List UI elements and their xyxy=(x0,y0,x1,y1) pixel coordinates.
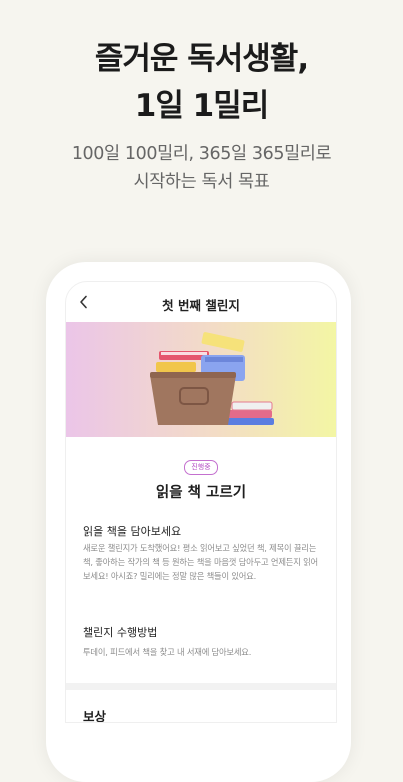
section-description: 새로운 챌린지가 도착했어요! 평소 읽어보고 싶었던 책, 제목이 끌리는 책… xyxy=(83,543,318,582)
section-divider xyxy=(66,683,336,690)
challenge-banner xyxy=(66,322,336,437)
section-heading: 읽을 책을 담아보세요 xyxy=(83,525,182,538)
books-in-basket-illustration xyxy=(150,332,274,425)
challenge-title: 읽을 책 고르기 xyxy=(155,485,247,501)
hero-subtitle-line-1: 100일 100밀리, 365일 365밀리로 xyxy=(71,144,332,164)
top-bar: 첫 번째 챌린지 xyxy=(66,282,336,322)
hero-subtitle-line-2: 시작하는 독서 목표 xyxy=(133,172,270,192)
status-badge: 진행중 xyxy=(184,460,218,475)
section-heading: 챌린지 수행방법 xyxy=(83,626,158,639)
section-description: 투데이, 피드에서 책을 찾고 내 서재에 담아보세요. xyxy=(83,647,252,657)
reward-heading: 보상 xyxy=(83,709,107,723)
hero-title-line-1: 즐거운 독서생활, xyxy=(94,41,309,77)
app-screen: 첫 번째 챌린지 진행중 읽을 책 고르기 읽을 책을 담아보세요 새로운 챌린… xyxy=(65,281,337,723)
hero-title-line-2: 1일 1밀리 xyxy=(134,88,270,124)
screen-title: 첫 번째 챌린지 xyxy=(162,298,240,313)
